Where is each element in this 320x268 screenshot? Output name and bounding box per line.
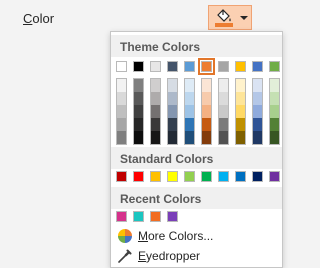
shade-swatch[interactable] bbox=[219, 105, 228, 118]
shade-swatch[interactable] bbox=[253, 105, 262, 118]
shade-swatch[interactable] bbox=[168, 131, 177, 144]
shade-swatch[interactable] bbox=[117, 131, 126, 144]
theme-colors-header: Theme Colors bbox=[111, 35, 282, 57]
color-swatch[interactable] bbox=[150, 61, 161, 72]
shade-swatch[interactable] bbox=[168, 92, 177, 105]
shade-swatch[interactable] bbox=[236, 79, 245, 92]
shade-swatch[interactable] bbox=[253, 79, 262, 92]
shade-swatch[interactable] bbox=[168, 79, 177, 92]
shade-swatch[interactable] bbox=[185, 79, 194, 92]
color-wheel-icon bbox=[118, 229, 132, 243]
color-swatch[interactable] bbox=[252, 61, 263, 72]
shade-swatch[interactable] bbox=[185, 105, 194, 118]
color-swatch[interactable] bbox=[116, 171, 127, 182]
shade-swatch[interactable] bbox=[134, 79, 143, 92]
shade-swatch[interactable] bbox=[117, 92, 126, 105]
more-colors-menu-item[interactable]: More Colors... bbox=[111, 225, 282, 247]
color-swatch[interactable] bbox=[218, 61, 229, 72]
shade-swatch[interactable] bbox=[117, 79, 126, 92]
shade-swatch[interactable] bbox=[236, 118, 245, 131]
shade-swatch[interactable] bbox=[236, 105, 245, 118]
shade-swatch[interactable] bbox=[134, 92, 143, 105]
color-swatch[interactable] bbox=[167, 61, 178, 72]
color-swatch[interactable] bbox=[184, 171, 195, 182]
shade-swatch[interactable] bbox=[202, 105, 211, 118]
shade-swatch[interactable] bbox=[253, 92, 262, 105]
color-picker-dropdown: Theme Colors Standard Colors Recent Colo… bbox=[110, 31, 283, 268]
color-swatch[interactable] bbox=[150, 171, 161, 182]
color-swatch[interactable] bbox=[184, 61, 195, 72]
shade-swatch[interactable] bbox=[168, 105, 177, 118]
shade-swatch[interactable] bbox=[202, 131, 211, 144]
shade-column bbox=[167, 78, 178, 145]
chevron-down-icon[interactable] bbox=[240, 16, 248, 20]
shade-swatch[interactable] bbox=[270, 105, 279, 118]
color-swatch[interactable] bbox=[269, 171, 280, 182]
shade-swatch[interactable] bbox=[151, 118, 160, 131]
shade-swatch[interactable] bbox=[270, 79, 279, 92]
eyedropper-menu-item[interactable]: Eyedropper bbox=[111, 245, 282, 267]
color-swatch[interactable] bbox=[167, 171, 178, 182]
shade-swatch[interactable] bbox=[185, 131, 194, 144]
shade-swatch[interactable] bbox=[270, 131, 279, 144]
color-swatch[interactable] bbox=[198, 58, 215, 75]
eyedropper-icon bbox=[118, 249, 132, 263]
shade-swatch[interactable] bbox=[185, 92, 194, 105]
shade-swatch[interactable] bbox=[134, 131, 143, 144]
color-swatch[interactable] bbox=[116, 211, 127, 222]
shade-swatch[interactable] bbox=[202, 92, 211, 105]
shade-swatch[interactable] bbox=[236, 92, 245, 105]
shade-swatch[interactable] bbox=[134, 105, 143, 118]
shade-swatch[interactable] bbox=[219, 79, 228, 92]
shade-column bbox=[184, 78, 195, 145]
shade-column bbox=[252, 78, 263, 145]
shade-swatch[interactable] bbox=[219, 118, 228, 131]
color-swatch[interactable] bbox=[235, 171, 246, 182]
shade-swatch[interactable] bbox=[117, 118, 126, 131]
shade-column bbox=[150, 78, 161, 145]
color-swatch[interactable] bbox=[116, 61, 127, 72]
color-swatch[interactable] bbox=[167, 211, 178, 222]
color-swatch[interactable] bbox=[133, 211, 144, 222]
color-swatch[interactable] bbox=[133, 171, 144, 182]
shade-swatch[interactable] bbox=[151, 92, 160, 105]
shade-column bbox=[133, 78, 144, 145]
shade-swatch[interactable] bbox=[168, 118, 177, 131]
recent-colors-header: Recent Colors bbox=[111, 187, 282, 209]
shade-swatch[interactable] bbox=[219, 92, 228, 105]
shade-swatch[interactable] bbox=[117, 105, 126, 118]
paint-bucket-icon bbox=[217, 9, 231, 22]
fill-color-button[interactable] bbox=[208, 5, 252, 30]
color-swatch[interactable] bbox=[252, 171, 263, 182]
shade-swatch[interactable] bbox=[151, 105, 160, 118]
shade-swatch[interactable] bbox=[219, 131, 228, 144]
shade-swatch[interactable] bbox=[253, 131, 262, 144]
shade-swatch[interactable] bbox=[151, 131, 160, 144]
standard-colors-header: Standard Colors bbox=[111, 147, 282, 169]
shade-swatch[interactable] bbox=[270, 92, 279, 105]
shade-swatch[interactable] bbox=[236, 131, 245, 144]
color-swatch[interactable] bbox=[235, 61, 246, 72]
shade-swatch[interactable] bbox=[134, 118, 143, 131]
shade-column bbox=[201, 78, 212, 145]
color-swatch[interactable] bbox=[133, 61, 144, 72]
color-property-label: Color bbox=[23, 11, 55, 26]
shade-swatch[interactable] bbox=[151, 79, 160, 92]
color-swatch[interactable] bbox=[218, 171, 229, 182]
shade-column bbox=[116, 78, 127, 145]
current-color-bar bbox=[215, 23, 233, 27]
shade-column bbox=[218, 78, 229, 145]
color-swatch[interactable] bbox=[201, 171, 212, 182]
shade-column bbox=[269, 78, 280, 145]
shade-swatch[interactable] bbox=[202, 118, 211, 131]
color-swatch[interactable] bbox=[269, 61, 280, 72]
color-swatch[interactable] bbox=[150, 211, 161, 222]
shade-swatch[interactable] bbox=[202, 79, 211, 92]
shade-swatch[interactable] bbox=[253, 118, 262, 131]
shade-swatch[interactable] bbox=[270, 118, 279, 131]
shade-column bbox=[235, 78, 246, 145]
shade-swatch[interactable] bbox=[185, 118, 194, 131]
